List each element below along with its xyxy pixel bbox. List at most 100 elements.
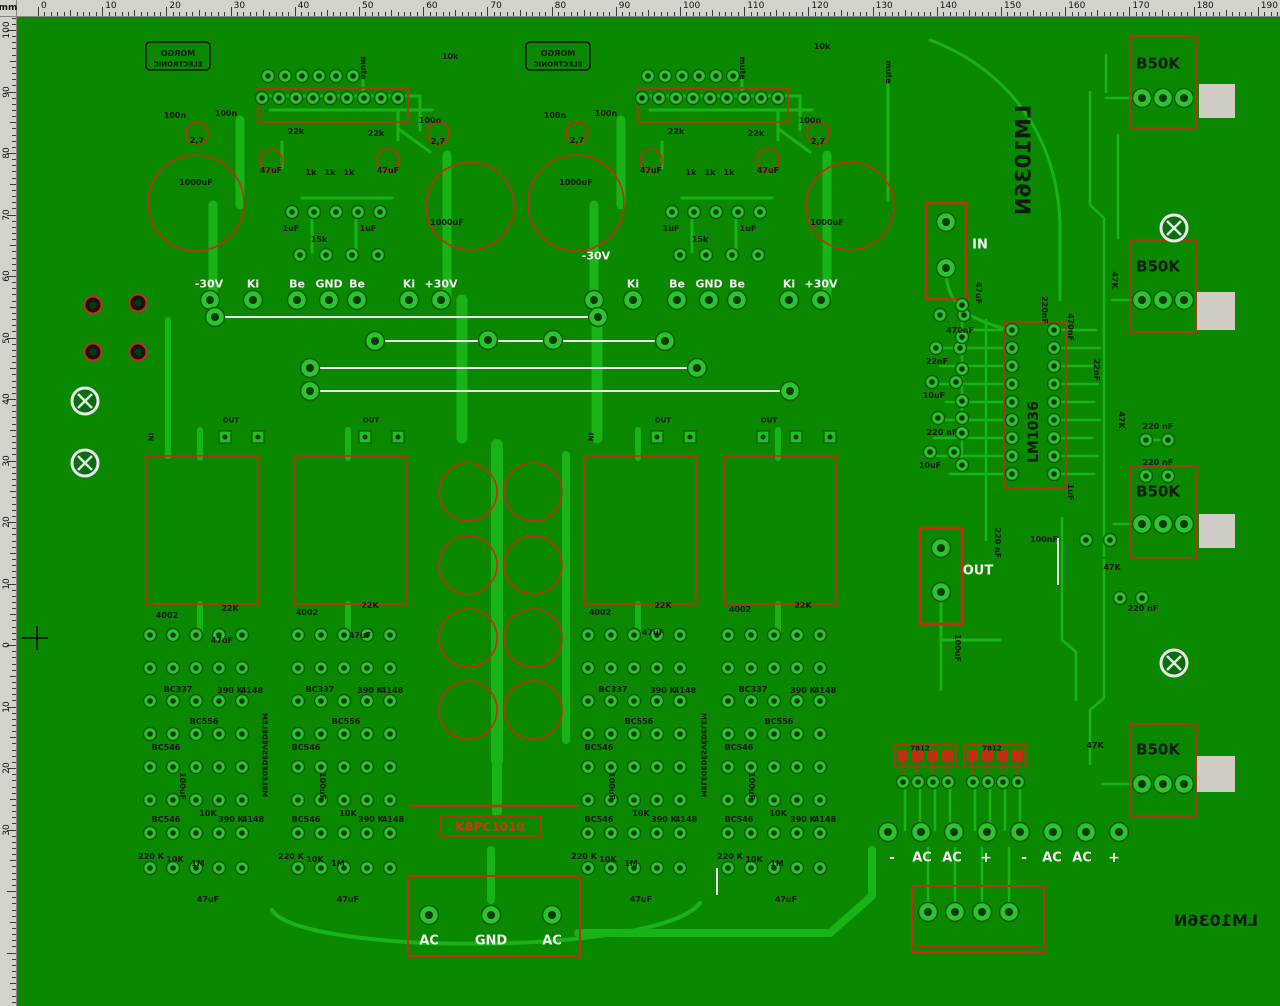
pcb-label[interactable]: 10K <box>599 856 616 864</box>
pcb-label[interactable]: Ki <box>783 279 795 290</box>
pcb-label[interactable]: Be <box>669 279 685 290</box>
pcb-label[interactable]: 1k <box>724 169 735 177</box>
pcb-label[interactable]: 47K <box>1103 564 1120 572</box>
pcb-label[interactable]: Be <box>729 279 745 290</box>
pcb-label[interactable]: 47K <box>1110 271 1119 288</box>
pcb-label[interactable]: 47K <box>1117 411 1126 428</box>
pcb-label[interactable]: BC556 <box>332 718 361 726</box>
pcb-label[interactable]: 1uF <box>663 225 680 233</box>
pcb-label[interactable]: 390 K <box>357 687 383 695</box>
pcb-label[interactable]: 15k <box>311 236 327 244</box>
pcb-label[interactable]: 7812 <box>910 745 929 753</box>
pcb-label[interactable]: 390 K <box>790 816 816 824</box>
pcb-label[interactable]: 2,7 <box>811 138 825 146</box>
pcb-label[interactable]: BC546 <box>292 744 321 752</box>
pcb-label[interactable]: BC546 <box>725 816 754 824</box>
pcb-label[interactable]: 4002 <box>589 609 611 617</box>
pcb-label[interactable]: 47uF <box>630 896 652 904</box>
pcb-label[interactable]: 22k <box>668 128 684 136</box>
pcb-label[interactable]: Ki <box>627 279 639 290</box>
pcb-label[interactable]: 220 nF <box>1143 459 1174 467</box>
pcb-label[interactable]: 47uF <box>349 632 371 640</box>
pcb-label[interactable]: MORGO <box>161 49 195 58</box>
pcb-label[interactable]: 4148 <box>814 687 836 695</box>
pcb-label[interactable]: 10K <box>306 856 323 864</box>
pcb-label[interactable]: 22K <box>361 602 378 610</box>
pcb-label[interactable]: Ki <box>247 279 259 290</box>
pcb-label[interactable]: 1M <box>624 860 638 868</box>
pcb-label[interactable]: 22nF <box>926 358 948 366</box>
pcb-label[interactable]: 10K <box>339 810 356 818</box>
pcb-label[interactable]: 220 K <box>138 853 164 861</box>
pcb-label[interactable]: B50K <box>1136 484 1180 500</box>
pcb-label[interactable]: IN <box>972 239 988 252</box>
pcb-label[interactable]: 22k <box>368 130 384 138</box>
pcb-label[interactable]: 100uF <box>178 772 187 800</box>
pcb-label[interactable]: BC337 <box>164 686 193 694</box>
pcb-label[interactable]: 10k <box>814 43 830 51</box>
pcb-label[interactable]: mute <box>884 60 893 83</box>
pcb-label[interactable]: 47uF <box>260 167 282 175</box>
pcb-label[interactable]: mute <box>359 56 368 79</box>
pcb-label[interactable]: LM1036N <box>1174 911 1258 930</box>
pcb-label[interactable]: 220 K <box>278 853 304 861</box>
pcb-label[interactable]: 2,7 <box>190 137 204 145</box>
pcb-label[interactable]: BC556 <box>765 718 794 726</box>
pcb-label[interactable]: 22k <box>288 128 304 136</box>
pcb-label[interactable]: 1k <box>686 169 697 177</box>
pcb-label[interactable]: 1uF <box>360 225 377 233</box>
pcb-label[interactable]: 10uF <box>919 462 941 470</box>
pcb-label[interactable]: 1M <box>770 860 784 868</box>
pcb-label[interactable]: 4148 <box>814 816 836 824</box>
pcb-label[interactable]: +30V <box>424 279 457 290</box>
vertical-ruler[interactable]: 100 90 80 70 60 50 40 30 20 10 0 10 20 30 <box>0 16 17 1006</box>
pcb-label[interactable]: 100n <box>544 112 566 120</box>
pcb-label[interactable]: 4002 <box>156 612 178 620</box>
pcb-label[interactable]: BC337 <box>739 686 768 694</box>
pcb-label[interactable]: 10K <box>199 810 216 818</box>
pcb-label[interactable]: 1k <box>325 169 336 177</box>
pcb-label[interactable]: AC <box>1072 852 1092 865</box>
pcb-label[interactable]: 22K <box>794 602 811 610</box>
pcb-label[interactable]: 22K <box>221 605 238 613</box>
pcb-label[interactable]: BC546 <box>152 816 181 824</box>
pcb-label[interactable]: 15k <box>692 236 708 244</box>
pcb-label[interactable]: 47uF <box>197 896 219 904</box>
pcb-label[interactable]: BC546 <box>152 744 181 752</box>
pcb-label[interactable]: 470nF <box>1066 313 1075 341</box>
pcb-label[interactable]: OUT <box>223 417 239 425</box>
pcb-label[interactable]: 4148 <box>381 687 403 695</box>
horizontal-ruler[interactable]: 0 10 20 30 40 50 60 70 80 90 100 110 120 130 140 150 160… <box>0 0 1280 17</box>
pcb-label[interactable]: 47uF <box>974 282 983 304</box>
pcb-label[interactable]: 4148 <box>241 687 263 695</box>
pcb-label[interactable]: 1uF <box>740 225 757 233</box>
pcb-label[interactable]: 47uF <box>377 167 399 175</box>
pcb-label[interactable]: BC556 <box>625 718 654 726</box>
pcb-label[interactable]: 2,7 <box>570 137 584 145</box>
pcb-label[interactable]: Ki <box>403 279 415 290</box>
pcb-label[interactable]: 22k <box>748 130 764 138</box>
pcb-label[interactable]: 47uF <box>775 896 797 904</box>
pcb-label[interactable]: IN <box>147 433 155 441</box>
pcb-label[interactable]: 220 nF <box>1128 605 1159 613</box>
pcb-label[interactable]: B50K <box>1136 742 1180 758</box>
pcb-label[interactable]: 4002 <box>729 606 751 614</box>
pcb-label[interactable]: MELEGEDÉSVÉDELEM <box>261 713 269 797</box>
pcb-label[interactable]: -30V <box>582 251 610 262</box>
pcb-label[interactable]: 1M <box>191 860 205 868</box>
pcb-label[interactable]: OUT <box>963 565 993 578</box>
pcb-label[interactable]: BC546 <box>292 816 321 824</box>
pcb-label[interactable]: 470nF <box>946 327 974 335</box>
pcb-label[interactable]: BC337 <box>599 686 628 694</box>
pcb-label[interactable]: 1000uF <box>179 179 212 187</box>
pcb-label[interactable]: 220 K <box>571 853 597 861</box>
pcb-label[interactable]: AC <box>912 852 932 865</box>
pcb-label[interactable]: 220 nF <box>1143 423 1174 431</box>
pcb-label[interactable]: B50K <box>1136 259 1180 275</box>
pcb-label[interactable]: 1k <box>306 169 317 177</box>
pcb-label[interactable]: OUT <box>363 417 379 425</box>
pcb-label[interactable]: 4002 <box>296 609 318 617</box>
pcb-label[interactable]: 100uF <box>953 634 962 662</box>
pcb-label[interactable]: 47uF <box>337 896 359 904</box>
pcb-label[interactable]: 390 K <box>650 687 676 695</box>
